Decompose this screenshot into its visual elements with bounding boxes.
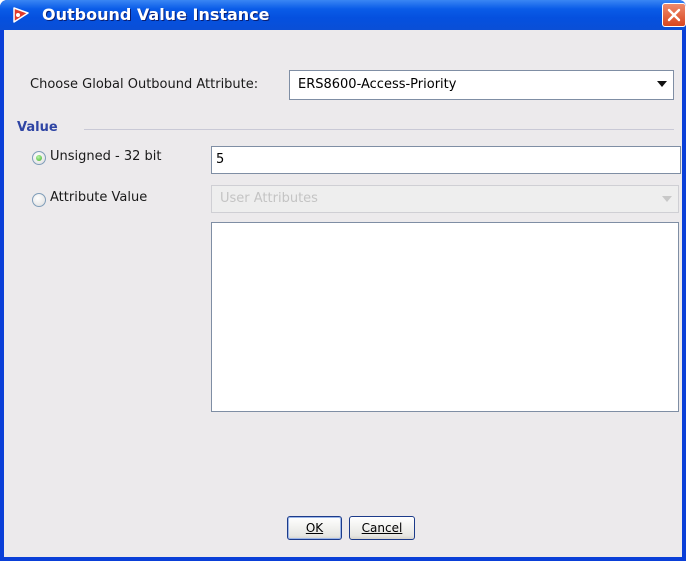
dialog-content: Choose Global Outbound Attribute: ERS860… [4, 30, 682, 557]
attribute-value-radio-label: Attribute Value [50, 190, 148, 205]
section-divider [84, 129, 674, 130]
ok-button[interactable]: OK [287, 516, 342, 540]
global-attribute-value: ERS8600-Access-Priority [298, 77, 457, 92]
title-bar[interactable]: Outbound Value Instance [0, 0, 686, 30]
radio-selected-dot [36, 155, 42, 161]
unsigned-value-text: 5 [216, 152, 225, 167]
user-attributes-value: User Attributes [220, 191, 318, 206]
user-attributes-select[interactable]: User Attributes [211, 185, 679, 213]
attribute-value-textarea[interactable] [211, 222, 679, 412]
global-attribute-label: Choose Global Outbound Attribute: [30, 77, 259, 92]
window-title: Outbound Value Instance [42, 5, 270, 24]
chevron-down-icon [657, 81, 667, 87]
close-icon [667, 8, 681, 22]
global-attribute-select[interactable]: ERS8600-Access-Priority [289, 70, 674, 100]
unsigned-radio[interactable] [32, 151, 46, 165]
attribute-value-radio[interactable] [32, 193, 46, 207]
cancel-button[interactable]: Cancel [349, 516, 415, 540]
unsigned-radio-label: Unsigned - 32 bit [50, 149, 162, 164]
value-section-title: Value [17, 120, 58, 135]
close-button[interactable] [662, 3, 686, 27]
app-logo-icon [13, 7, 29, 23]
chevron-down-icon [662, 196, 672, 202]
unsigned-value-input[interactable]: 5 [211, 146, 681, 174]
dialog-window: Outbound Value Instance Choose Global Ou… [0, 0, 686, 561]
